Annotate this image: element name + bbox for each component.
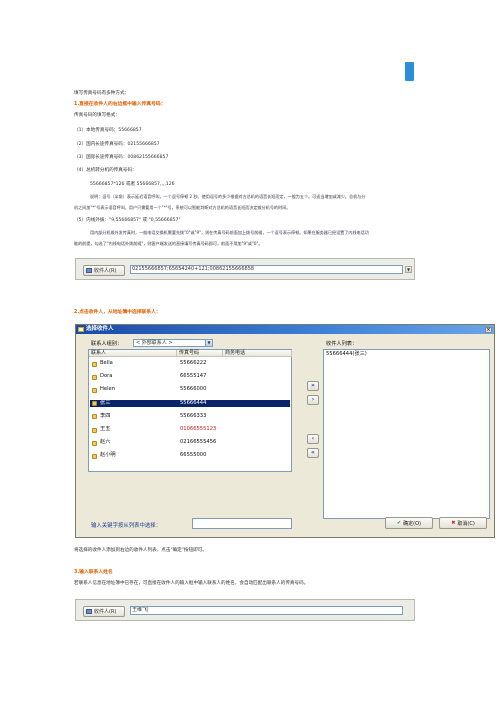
recipient-button-2[interactable]: 收件人(R) [83, 606, 125, 617]
contact-fax: 55666444 [180, 399, 207, 406]
contacts-icon [86, 609, 92, 614]
fax-number-input[interactable]: 02155666857;65654240+121;00862155666858 [130, 265, 403, 274]
contact-row[interactable]: 赵六 02166555456 [90, 439, 290, 447]
contact-list[interactable]: 联系人 传真号码 商务电话 Bella 55666222 Dora 66555147 H… [88, 349, 292, 472]
contact-fax: 01066555123 [180, 426, 217, 432]
contact-name: 赵六 [100, 439, 111, 446]
format-item-4-example: 55666857*126 或者 55666857,,,,126 [90, 182, 175, 187]
dialog-app-icon [78, 327, 84, 332]
checkmark-icon: ✔ [396, 520, 402, 526]
recipient-list[interactable]: 55666444(张三) [323, 349, 490, 519]
recipient-button[interactable]: 收件人(R) [83, 265, 125, 276]
contact-fax: 55666333 [180, 412, 207, 419]
contact-name: Helen [100, 386, 116, 393]
ok-button[interactable]: ✔ 确定(O) [385, 517, 433, 529]
contact-fax: 66555000 [180, 452, 207, 459]
note-line-4: 能的前提，勾选了"内线电话外拨前缀"，则客户端发送的直接填写传真号码即可，前面不… [74, 241, 263, 246]
section1-heading: 1.直接在收件人的右边框中输入传真号码： [74, 102, 166, 107]
contact-row[interactable]: Helen 55666000 [90, 386, 290, 394]
contact-card-icon [92, 440, 97, 446]
format-item-1: （1）本地传真号码：55666857 [74, 128, 142, 133]
format-item-5: （5）内线外拨："9,55666857" 或 "0,55666857" [74, 218, 181, 223]
note-line-1: 说明：逗号（半角）表示延迟语音呼叫，一个逗号停顿 2 秒。使用逗号的多少根据对方… [90, 194, 366, 199]
column-header-fax[interactable]: 传真号码 [177, 350, 223, 357]
column-header-phone[interactable]: 商务电话 [223, 350, 292, 357]
corner-tab-decoration [405, 62, 414, 81]
remove-button[interactable]: ‹ [307, 434, 319, 444]
contact-name: 王五 [100, 426, 111, 432]
contact-row[interactable]: 李四 55666333 [90, 413, 290, 421]
contacts-icon [86, 268, 92, 273]
dialog-titlebar: 选择收件人 × [76, 325, 494, 334]
format-subheading: 传真号码的填写格式： [74, 113, 120, 118]
contact-name: 李四 [100, 412, 111, 419]
add-button[interactable]: › [307, 395, 319, 405]
recipient-name-input[interactable]: 王维飞| [130, 606, 403, 615]
section3-body: 若联系人信息在地址簿中已存在，可直接在收件人的输入框中输入联系人的姓名，会自动匹… [74, 581, 309, 586]
cancel-button[interactable]: ✖ 取消(C) [439, 517, 487, 529]
contact-card-icon [92, 387, 97, 393]
format-item-2: （2）国内长途传真号码：02155666857 [74, 142, 160, 147]
add-all-button[interactable]: » [307, 381, 319, 391]
dialog-title: 选择收件人 [86, 326, 114, 332]
search-label: 输入关键字按从列表中选择： [91, 523, 162, 529]
contact-fax: 66555147 [180, 373, 207, 380]
fax-field-panel-2: 收件人(R) 王维飞| [75, 599, 415, 621]
dialog-caption: 将选择的收件人添加到右边的收件人列表，点击"确定"按钮即可。 [74, 548, 207, 553]
contact-fax: 55666222 [180, 360, 207, 366]
recipient-item[interactable]: 55666444(张三) [326, 351, 367, 359]
search-input[interactable] [192, 518, 292, 529]
contact-card-icon [92, 374, 97, 380]
contact-card-icon [92, 361, 97, 367]
contact-row[interactable]: Dora 66555147 [90, 373, 290, 381]
group-select[interactable]: < 外部联系人 > ▼ [133, 339, 213, 347]
contact-card-icon [92, 453, 97, 459]
group-label: 联系人组别： [91, 341, 123, 347]
section2-heading: 2.点击收件人，从地址簿中选择联系人： [74, 310, 161, 315]
contact-row[interactable]: Bella 55666222 [90, 360, 290, 368]
close-icon[interactable]: × [485, 326, 492, 333]
recipient-list-label: 收件人列表： [326, 341, 358, 347]
contact-row[interactable]: 赵小明 66555000 [90, 452, 290, 460]
group-select-value: < 外部联系人 > [136, 340, 173, 346]
fax-field-panel: 收件人(R) 02155666857;65654240+121;00862155… [75, 258, 415, 280]
contact-card-icon [92, 427, 97, 433]
select-recipient-dialog: 选择收件人 × 联系人组别： < 外部联系人 > ▼ 收件人列表： 联系人 传真… [75, 324, 495, 538]
contact-name: Dora [100, 373, 113, 380]
contact-name: 张三 [100, 399, 111, 406]
ok-button-label: 确定(O) [403, 520, 422, 527]
contact-fax: 55666000 [180, 386, 207, 393]
recipient-button-label: 收件人(R) [94, 268, 117, 274]
column-header-contact[interactable]: 联系人 [89, 350, 177, 357]
cross-icon: ✖ [451, 520, 456, 526]
contact-row[interactable]: 张三 55666444 [90, 399, 290, 408]
contact-fax: 02166555456 [180, 439, 217, 446]
note-line-3: 用内部分机拨外发传真时，一般电话交换机需要先拨"0"或"9"，则在传真号码前面加… [90, 230, 369, 235]
format-item-3: （3）国际长途传真号码：00862155666857 [74, 155, 169, 160]
intro-text: 填写传真号码有多种方式： [74, 91, 130, 96]
section3-heading: 3.输入联系人姓名 [74, 570, 113, 575]
contact-card-icon [92, 414, 97, 420]
remove-all-button[interactable]: « [307, 448, 319, 458]
format-item-4: （4）总机转分机的传真号码： [74, 168, 137, 173]
note-line-2: 机之间加"*"号表示语音呼叫，用户只需要用一个"*"号，系统可以智能判断对方总机… [74, 205, 291, 210]
contact-name: 赵小明 [100, 452, 116, 459]
contact-card-icon [92, 401, 97, 407]
recipient-button-label-2: 收件人(R) [94, 609, 117, 615]
chevron-down-icon: ▼ [205, 340, 212, 346]
cancel-button-label: 取消(C) [457, 520, 475, 527]
contact-name: Bella [100, 360, 113, 366]
dropdown-arrow-icon[interactable]: ▼ [405, 266, 412, 273]
contact-row[interactable]: 王五 01066555123 [90, 426, 290, 434]
